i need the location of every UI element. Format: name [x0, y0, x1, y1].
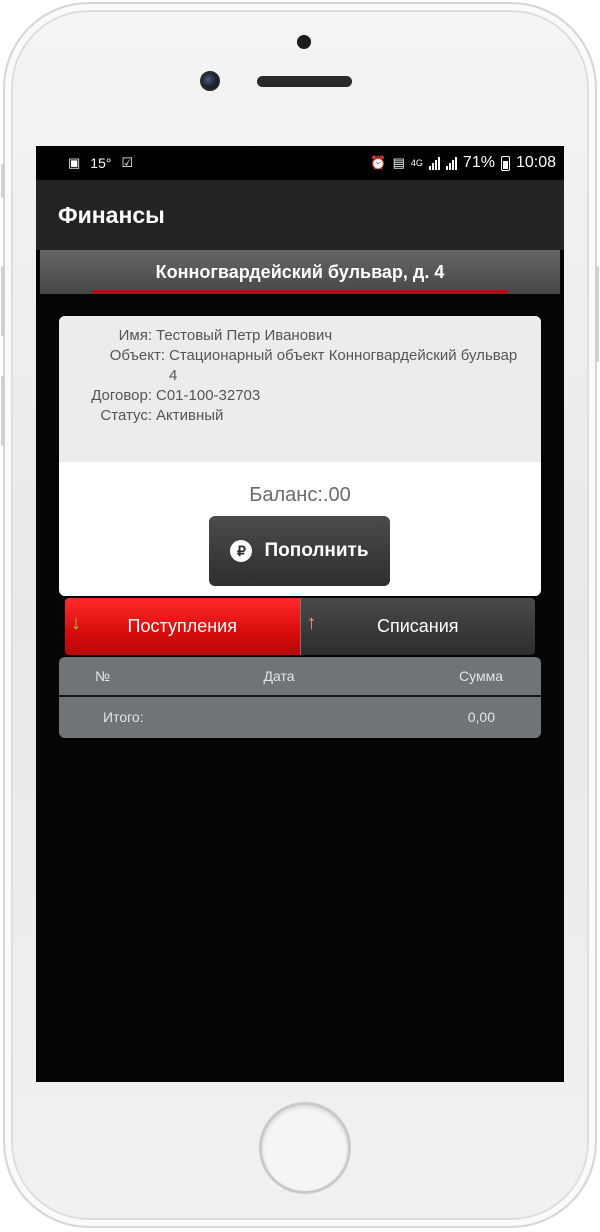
proximity-sensor [297, 35, 311, 49]
account-card: Имя: Тестовый Петр Иванович Объект: Стац… [59, 316, 541, 596]
contract-value: С01-100-32703 [156, 387, 261, 404]
signal-icon [428, 156, 440, 170]
status-row: Статус: Активный [71, 406, 529, 426]
tab-outgoing[interactable]: ↑ Списания [299, 598, 535, 655]
transaction-tabs: ↓ Поступления ↑ Списания [65, 598, 535, 655]
arrow-down-icon: ↓ [71, 612, 81, 634]
battery-percent: 71% [462, 154, 495, 171]
object-row: Объект: Стационарный объект Конногвардей… [71, 346, 529, 386]
address-underline [92, 290, 508, 294]
ruble-icon: ₽ [230, 540, 253, 562]
table-header: № Дата Сумма [59, 657, 541, 697]
phone-screen: ▣ 15° ☑ ⏰ ▤ 4G 71% 10:08 Финансы Конногв… [36, 146, 564, 1082]
tab-incoming[interactable]: ↓ Поступления [65, 598, 300, 655]
name-label: Имя: [118, 327, 152, 344]
object-label: Объект: [109, 347, 165, 364]
clock: 10:08 [515, 154, 556, 171]
sim-icon: ▤ [392, 155, 405, 170]
signal-2-icon [445, 156, 457, 170]
battery-icon [500, 155, 510, 171]
tab-outgoing-label: Списания [376, 616, 459, 636]
address-text: Конногвардейский бульвар, д. 4 [155, 261, 445, 282]
column-number: № [95, 668, 111, 684]
table-total-row: Итого: 0,00 [59, 697, 541, 736]
account-info: Имя: Тестовый Петр Иванович Объект: Стац… [59, 316, 541, 462]
home-button[interactable] [259, 1102, 351, 1194]
mute-switch [1, 164, 5, 198]
name-value: Тестовый Петр Иванович [156, 327, 333, 344]
arrow-up-icon: ↑ [306, 612, 317, 634]
volume-down-button [1, 376, 5, 446]
column-sum: Сумма [459, 668, 503, 684]
column-date: Дата [263, 668, 295, 684]
total-label: Итого: [103, 708, 144, 725]
volume-up-button [1, 266, 5, 336]
contract-row: Договор: С01-100-32703 [71, 386, 529, 406]
topup-label: Пополнить [264, 540, 369, 561]
status-label: Статус: [100, 407, 152, 424]
image-icon: ▣ [68, 155, 81, 170]
contract-label: Договор: [91, 387, 152, 404]
network-type: 4G [410, 158, 423, 168]
total-value: 0,00 [467, 708, 495, 725]
status-value: Активный [156, 407, 224, 424]
object-value: Стационарный объект Конногвардейский бул… [169, 347, 518, 384]
front-camera [200, 71, 220, 91]
topup-button[interactable]: ₽ Пополнить [209, 516, 390, 586]
address-selector[interactable]: Конногвардейский бульвар, д. 4 [40, 250, 560, 294]
app-bar: Финансы [36, 180, 564, 250]
page-title: Финансы [58, 201, 165, 228]
balance-text: Баланс:.00 [249, 484, 351, 506]
name-row: Имя: Тестовый Петр Иванович [71, 326, 529, 346]
status-bar: ▣ 15° ☑ ⏰ ▤ 4G 71% 10:08 [36, 146, 564, 180]
transactions-table: № Дата Сумма Итого: 0,00 [59, 657, 541, 738]
power-button [595, 266, 599, 362]
temperature: 15° [90, 155, 112, 171]
alarm-icon: ⏰ [370, 155, 387, 170]
tab-incoming-label: Поступления [127, 616, 237, 636]
earpiece-speaker [257, 76, 352, 87]
task-check-icon: ☑ [121, 155, 134, 170]
